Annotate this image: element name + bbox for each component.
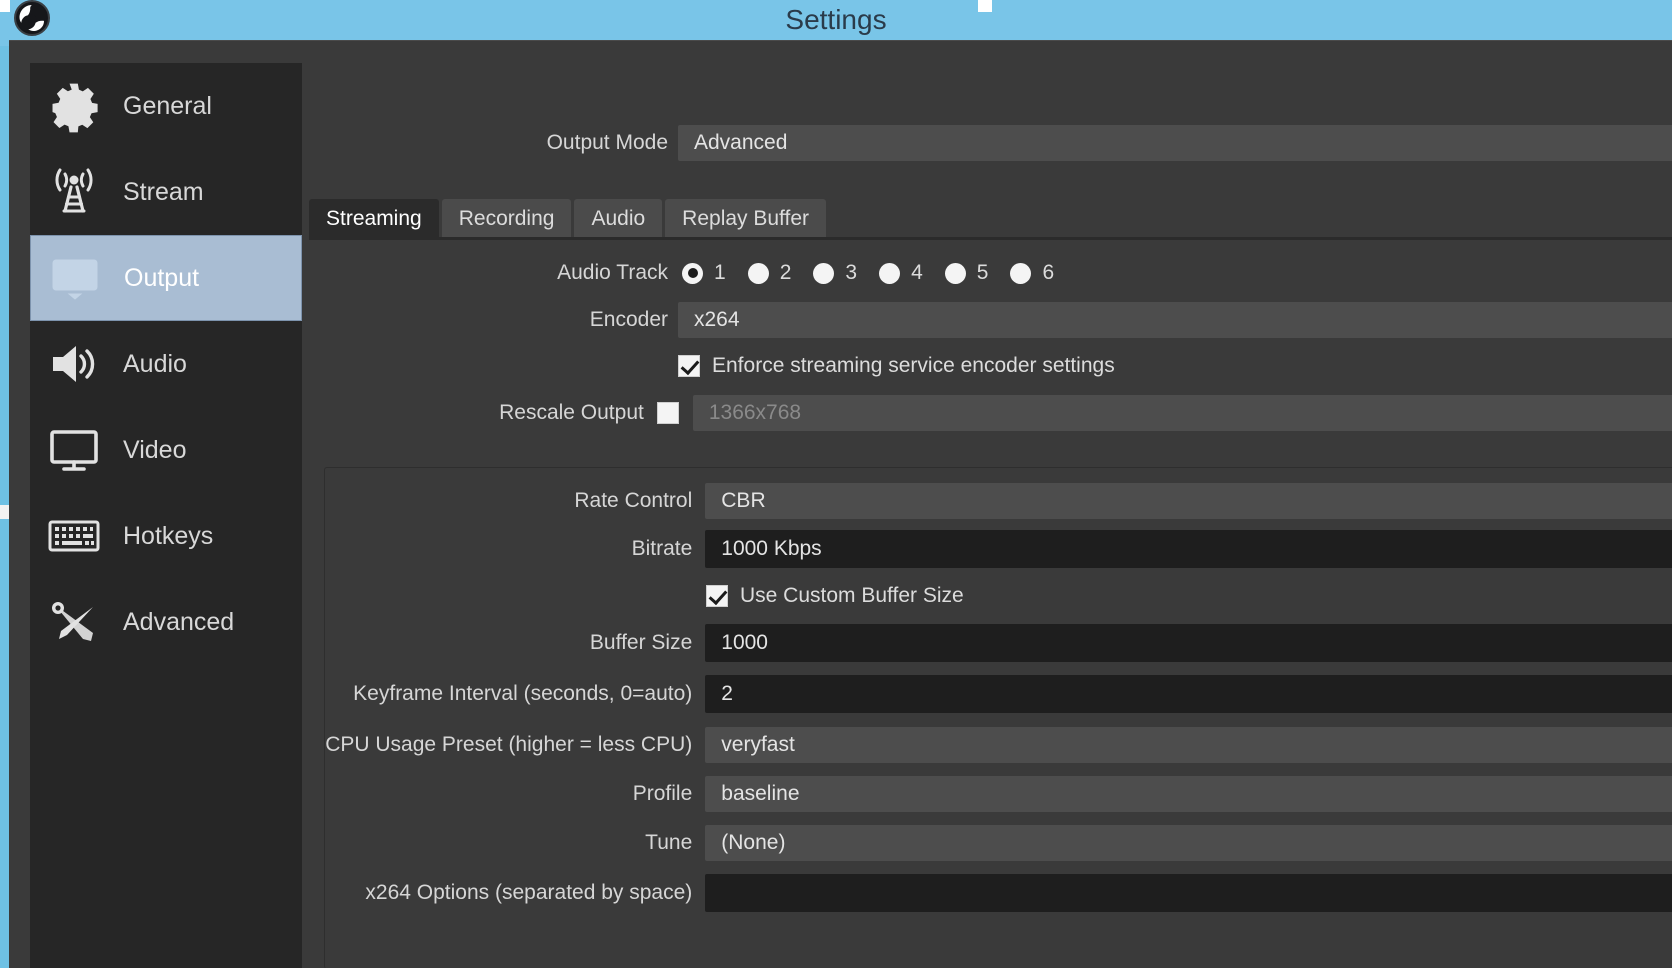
rescale-output-checkbox[interactable] (656, 402, 679, 424)
output-mode-select[interactable]: Advanced (678, 125, 1672, 161)
custom-buffer-checkbox[interactable]: Use Custom Buffer Size (706, 584, 964, 608)
cpu-preset-select[interactable]: veryfast (705, 727, 1672, 763)
sidebar-item-label: Stream (123, 177, 204, 206)
output-settings-panel: Output Mode Advanced Streaming Recording… (302, 63, 1672, 968)
buffer-size-row: Buffer Size 1000 (302, 624, 1672, 662)
output-icon (44, 247, 106, 309)
bitrate-label: Bitrate (631, 537, 693, 560)
audio-track-radio-1[interactable]: 1 (682, 261, 726, 285)
checkbox-label: Enforce streaming service encoder settin… (712, 354, 1115, 377)
checkbox-indicator (678, 355, 700, 377)
keyboard-icon (43, 505, 105, 567)
sidebar-item-label: Advanced (123, 607, 235, 636)
radio-label: 3 (845, 261, 858, 284)
custom-buffer-row: Use Custom Buffer Size (706, 578, 964, 614)
broadcast-icon (43, 161, 105, 223)
speaker-icon (43, 333, 105, 395)
x264-options-label: x264 Options (separated by space) (365, 881, 693, 904)
monitor-icon (43, 419, 105, 481)
gear-icon (43, 75, 105, 137)
rate-control-select[interactable]: CBR (705, 483, 1672, 519)
sidebar-item-advanced[interactable]: Advanced (30, 579, 302, 665)
tab-streaming[interactable]: Streaming (309, 199, 439, 239)
enforce-settings-row: Enforce streaming service encoder settin… (678, 348, 1115, 384)
radio-label: 6 (1042, 261, 1055, 284)
tab-underline (309, 237, 1672, 240)
audio-track-radio-group: 1 2 3 4 5 6 (682, 261, 1076, 285)
sidebar-item-label: Audio (123, 349, 187, 378)
checkbox-label: Use Custom Buffer Size (740, 584, 964, 607)
audio-track-radio-3[interactable]: 3 (813, 261, 857, 285)
audio-track-radio-5[interactable]: 5 (944, 261, 989, 285)
sidebar-item-label: Video (123, 435, 187, 464)
radio-indicator (747, 262, 769, 284)
audio-track-radio-6[interactable]: 6 (1010, 261, 1054, 285)
radio-indicator (682, 262, 703, 284)
sidebar-item-label: Hotkeys (123, 521, 214, 550)
checkbox-indicator (706, 585, 728, 607)
rescale-resolution-select[interactable]: 1366x768 (692, 395, 1672, 431)
rescale-output-row: Rescale Output 1366x768 (302, 395, 1672, 431)
radio-label: 1 (714, 261, 726, 284)
x264-options-row: x264 Options (separated by space) (302, 874, 1672, 912)
profile-select[interactable]: baseline (705, 776, 1672, 812)
audio-track-radio-4[interactable]: 4 (879, 261, 923, 285)
edge-artifact-top (0, 0, 10, 12)
output-mode-row: Output Mode Advanced (302, 125, 1672, 161)
radio-indicator (879, 262, 901, 284)
profile-row: Profile baseline (302, 776, 1672, 812)
cpu-preset-label: CPU Usage Preset (higher = less CPU) (325, 733, 693, 756)
rescale-output-label: Rescale Output (499, 401, 644, 424)
settings-window: Settings General Stream Output Audio Vid… (0, 0, 1672, 968)
tune-select[interactable]: (None) (705, 825, 1672, 861)
sidebar-item-hotkeys[interactable]: Hotkeys (30, 493, 302, 579)
radio-label: 2 (779, 261, 792, 284)
encoder-row: Encoder x264 (302, 302, 1672, 338)
buffer-size-input[interactable]: 1000 (705, 624, 1672, 662)
audio-track-radio-2[interactable]: 2 (747, 261, 792, 285)
bitrate-row: Bitrate 1000 Kbps (302, 530, 1672, 568)
keyframe-interval-label: Keyframe Interval (seconds, 0=auto) (353, 682, 693, 705)
enforce-settings-checkbox[interactable]: Enforce streaming service encoder settin… (678, 354, 1115, 378)
sidebar-item-label: Output (124, 263, 200, 292)
keyframe-interval-input[interactable]: 2 (705, 675, 1672, 713)
rate-control-row: Rate Control CBR (302, 483, 1672, 519)
encoder-label: Encoder (589, 308, 668, 331)
buffer-size-label: Buffer Size (589, 631, 693, 654)
tools-icon (43, 591, 105, 653)
radio-indicator (1010, 262, 1032, 284)
output-mode-label: Output Mode (546, 131, 668, 154)
audio-track-row: Audio Track 1 2 3 4 5 6 (302, 255, 1672, 291)
sidebar-item-stream[interactable]: Stream (30, 149, 302, 235)
cursor-artifact (978, 0, 992, 12)
tab-audio[interactable]: Audio (574, 199, 663, 239)
settings-sidebar: General Stream Output Audio Video Hotkey… (30, 63, 302, 968)
settings-dialog: General Stream Output Audio Video Hotkey… (9, 40, 1672, 968)
audio-track-label: Audio Track (557, 261, 668, 284)
edge-artifact-left (0, 505, 9, 519)
output-tabs: Streaming Recording Audio Replay Buffer (309, 197, 829, 239)
keyframe-interval-row: Keyframe Interval (seconds, 0=auto) 2 (302, 675, 1672, 713)
cpu-preset-row: CPU Usage Preset (higher = less CPU) ver… (302, 727, 1672, 763)
radio-label: 5 (976, 261, 989, 284)
x264-options-input[interactable] (705, 874, 1672, 912)
tab-recording[interactable]: Recording (441, 199, 572, 239)
sidebar-item-general[interactable]: General (30, 63, 302, 149)
sidebar-item-label: General (123, 91, 212, 120)
sidebar-item-audio[interactable]: Audio (30, 321, 302, 407)
radio-label: 4 (911, 261, 923, 284)
sidebar-item-video[interactable]: Video (30, 407, 302, 493)
bitrate-input[interactable]: 1000 Kbps (705, 530, 1672, 568)
tune-row: Tune (None) (302, 825, 1672, 861)
tune-label: Tune (645, 831, 693, 854)
rate-control-label: Rate Control (574, 489, 693, 512)
checkbox-indicator (656, 402, 679, 424)
sidebar-item-output[interactable]: Output (30, 235, 302, 321)
encoder-select[interactable]: x264 (678, 302, 1672, 338)
profile-label: Profile (632, 782, 693, 805)
radio-indicator (813, 262, 835, 284)
radio-indicator (944, 262, 966, 284)
tab-replay-buffer[interactable]: Replay Buffer (665, 199, 827, 239)
